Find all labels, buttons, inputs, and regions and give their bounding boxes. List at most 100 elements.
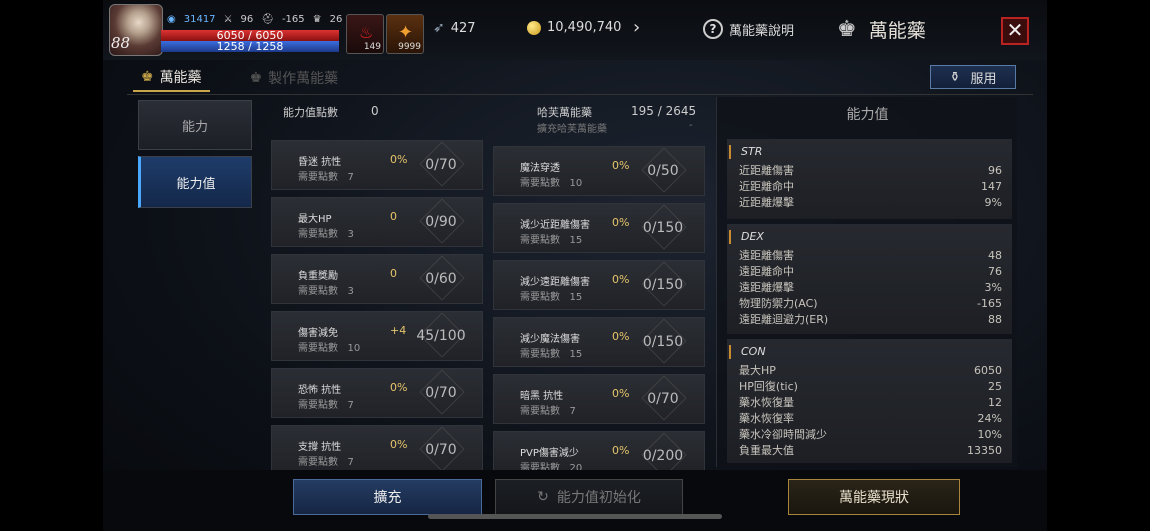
stat-card[interactable]: 暗黑 抗性 需要點數 7 0% 0/70 <box>493 374 705 424</box>
stat-card[interactable]: 昏迷 抗性 需要點數 7 0% 0/70 <box>271 140 483 190</box>
stat-card[interactable]: 魔法穿透需要點數 10 0% 0/50 <box>493 146 705 196</box>
stat-card[interactable]: 負重獎勵 需要點數 3 0 0/60 <box>271 254 483 304</box>
stat-group-str: STR 近距離傷害 96 近距離命中 147 近距離爆擊 9% <box>727 139 1012 219</box>
stat-card[interactable]: 減少魔法傷害 需要點數 15 0% 0/150 <box>493 317 705 367</box>
top-hud: 88 ◉ 31417 ⚔ 96 ⛑ -165 ♛ 26 ▼ 6050 / 605… <box>103 0 1047 60</box>
stat-pct: 0 <box>390 210 397 223</box>
potion-slot[interactable]: ♨ 149 <box>346 14 384 54</box>
potion-use-icon: ⚱ <box>949 69 961 85</box>
stat-level: 0/90 <box>425 214 457 230</box>
stat-level: 0/70 <box>425 442 457 458</box>
stat-pct: 0% <box>612 159 630 172</box>
stat-row: 藥水恢復率 24% <box>739 412 1002 425</box>
potion-icon: ♨ <box>359 23 374 42</box>
close-button[interactable]: ✕ <box>1001 17 1029 45</box>
stat-pct: 0% <box>390 438 408 451</box>
stat-level: 0/150 <box>642 277 684 293</box>
points-value: 0 <box>371 104 379 118</box>
group-name: CON <box>729 345 1012 359</box>
tab-label: 製作萬能藥 <box>268 71 339 87</box>
stat-pct: +4 <box>390 324 407 337</box>
stat-name: 減少遠距離傷害 <box>520 277 590 288</box>
stat-card[interactable]: 支撐 抗性 需要點數 7 0% 0/70 <box>271 425 483 473</box>
sword-icon: ⚔ <box>223 14 233 25</box>
elixir-label: 哈芙萬能藥 <box>537 106 592 119</box>
character-level: 88 <box>111 34 131 52</box>
stat-row: 負重最大值 13350 <box>739 444 1002 457</box>
home-indicator <box>428 514 722 519</box>
gold-currency: 10,490,740 <box>527 20 621 35</box>
stat-pct: 0% <box>612 387 630 400</box>
help-button[interactable]: ? 萬能藥說明 <box>703 19 794 39</box>
stat-row: 遠距離傷害 48 <box>739 249 1002 262</box>
feather-count: 427 <box>450 20 476 36</box>
stat-level: 0/70 <box>425 157 457 173</box>
use-button[interactable]: ⚱ 服用 <box>930 65 1016 89</box>
tab-elixir[interactable]: ♚ 萬能藥 <box>133 64 210 92</box>
page-title-group: ♚ 萬能藥 <box>837 16 926 43</box>
cp-value: 31417 <box>183 14 216 25</box>
expand-button[interactable]: 擴充 <box>293 479 482 515</box>
reset-stats-button[interactable]: ↻ 能力值初始化 <box>495 479 683 515</box>
stat-pct: 0% <box>390 381 408 394</box>
stat-name: 傷害減免 <box>298 328 338 339</box>
stat-row: HP回復(tic) 25 <box>739 380 1002 393</box>
stat-card[interactable]: 最大HP 需要點數 3 0 0/90 <box>271 197 483 247</box>
stat-level: 0/150 <box>642 334 684 350</box>
stat-req: 需要點數 7 <box>298 457 354 468</box>
points-label: 能力值點數 <box>283 106 338 119</box>
stat-card[interactable]: 傷害減免 需要點數 10 +4 45/100 <box>271 311 483 361</box>
stat-req: 需要點數 7 <box>298 400 354 411</box>
stat-card[interactable]: 減少遠距離傷害 需要點數 15 0% 0/150 <box>493 260 705 310</box>
screen: 88 ◉ 31417 ⚔ 96 ⛑ -165 ♛ 26 ▼ 6050 / 605… <box>0 0 1150 531</box>
use-label: 服用 <box>970 71 997 87</box>
help-label: 萬能藥說明 <box>729 23 795 39</box>
stat-card[interactable]: 減少近距離傷害 需要點數 15 0% 0/150 <box>493 203 705 253</box>
stat-row: 遠距離爆擊 3% <box>739 281 1002 294</box>
stat-pct: 0% <box>612 444 630 457</box>
elixir-sub-value: - <box>689 120 693 131</box>
potion-count: 149 <box>363 42 381 52</box>
group-name: STR <box>729 145 1012 159</box>
question-icon: ? <box>703 19 723 39</box>
feather-icon: ➶ <box>433 20 445 36</box>
stat-pct: 0% <box>612 216 630 229</box>
stat-level: 0/50 <box>647 163 679 179</box>
stat-req: 需要點數 10 <box>520 178 583 189</box>
trophy-icon: ♛ <box>312 14 322 25</box>
side-item-ability[interactable]: 能力 <box>138 100 252 150</box>
stat-b-value: -165 <box>281 14 305 25</box>
stat-level: 0/60 <box>425 271 457 287</box>
stat-card[interactable]: PVP傷害減少 需要點數 20 0% 0/200 <box>493 431 705 471</box>
elixir-status-button[interactable]: 萬能藥現狀 <box>788 479 960 515</box>
stats-summary-panel: 能力值 STR 近距離傷害 96 近距離命中 147 近距離爆擊 9% DEX 遠距離… <box>716 97 1017 467</box>
refresh-icon: ↻ <box>537 489 549 505</box>
tab-craft-elixir[interactable]: ♚ 製作萬能藥 <box>242 64 347 92</box>
stat-name: 負重獎勵 <box>298 271 338 282</box>
elixir-value: 195 / 2645 <box>631 104 697 118</box>
stat-row: 遠距離迴避力(ER) 88 <box>739 313 1002 326</box>
stat-level: 0/200 <box>642 448 684 464</box>
side-item-stats[interactable]: 能力值 <box>138 156 252 208</box>
elixir-sub-label: 擴充哈芙萬能藥 <box>537 124 607 135</box>
stat-c-value: 26 <box>329 14 343 25</box>
tab-label: 萬能藥 <box>159 70 202 86</box>
stat-req: 需要點數 15 <box>520 235 583 246</box>
stat-name: 昏迷 抗性 <box>298 157 342 168</box>
stat-req: 需要點數 15 <box>520 349 583 360</box>
group-name: DEX <box>729 230 1012 244</box>
item-slot[interactable]: ✦ 9999 <box>386 14 424 54</box>
craft-icon: ♚ <box>249 70 263 86</box>
helmet-icon: ⛑ <box>261 14 274 25</box>
stat-name: 減少魔法傷害 <box>520 334 580 345</box>
stat-card[interactable]: 恐怖 抗性 需要點數 7 0% 0/70 <box>271 368 483 418</box>
stat-row: 近距離命中 147 <box>739 180 1002 193</box>
page-title: 萬能藥 <box>868 20 926 42</box>
chevron-right-icon[interactable]: › <box>633 17 640 38</box>
stat-row: 物理防禦力(AC) -165 <box>739 297 1002 310</box>
stat-name: 魔法穿透 <box>520 163 560 174</box>
reset-label: 能力值初始化 <box>556 490 641 506</box>
feather-currency: ➶ 427 <box>433 20 476 36</box>
gold-amount: 10,490,740 <box>547 20 622 35</box>
elixir-crown-icon: ♚ <box>837 17 857 42</box>
